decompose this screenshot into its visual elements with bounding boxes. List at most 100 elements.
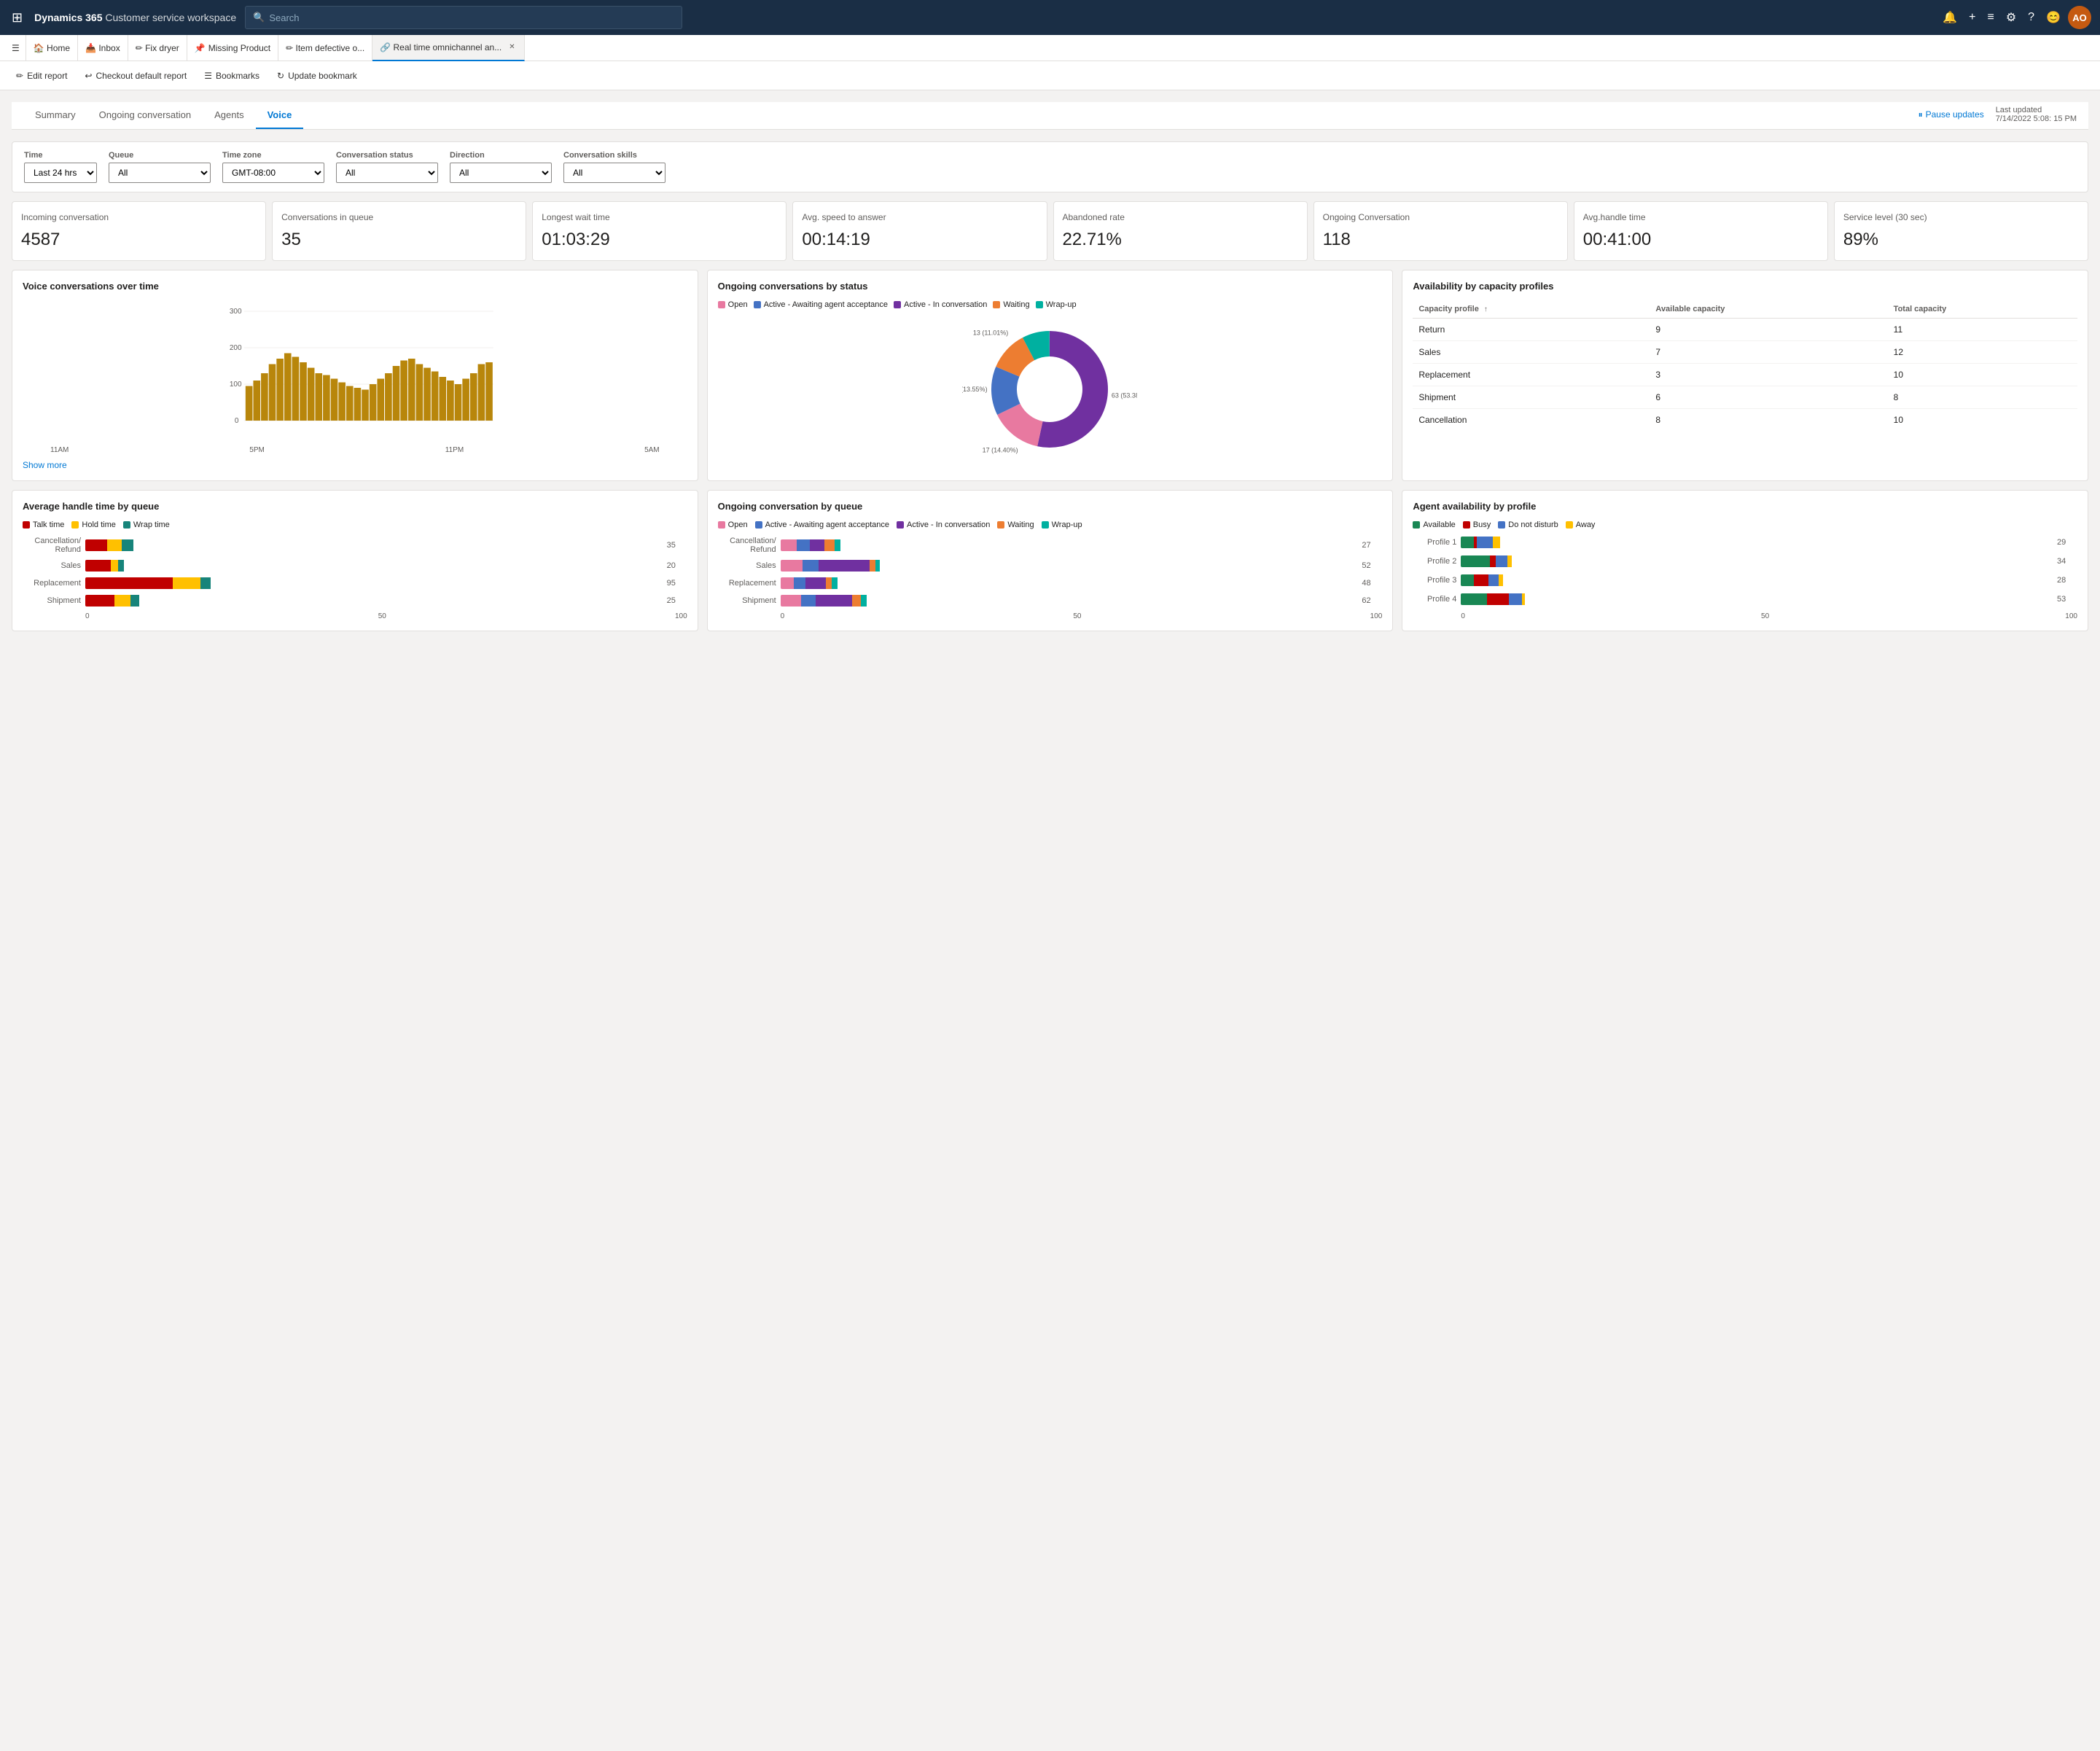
add-icon[interactable]: +: [1964, 7, 1980, 28]
bar-4: [276, 359, 284, 421]
axis-0: 0: [1461, 612, 1465, 620]
axis-100: 100: [675, 612, 687, 620]
table-row: Sales712: [1413, 340, 2077, 363]
voice-bar-chart: 300 200 100 0: [23, 300, 687, 446]
bar-seg-0: [781, 595, 801, 607]
ongoing-by-status-card: Ongoing conversations by status OpenActi…: [707, 270, 1394, 481]
cell-available: 6: [1650, 386, 1887, 408]
cell-profile: Return: [1413, 318, 1650, 340]
legend-label: Active - Awaiting agent acceptance: [764, 300, 888, 309]
axis-100: 100: [2065, 612, 2077, 620]
filter-direction: Direction All: [450, 151, 552, 183]
bar-seg-3: [826, 577, 832, 589]
help-icon[interactable]: ?: [2023, 7, 2039, 28]
kpi-card-5: Ongoing Conversation118: [1314, 201, 1568, 261]
cell-available: 7: [1650, 340, 1887, 363]
handle-time-bars: Cancellation/ Refund35Sales20Replacement…: [23, 537, 687, 607]
breadcrumb-home[interactable]: 🏠 Home: [26, 35, 78, 61]
breadcrumb-item-defective[interactable]: ✏ Item defective o...: [278, 35, 372, 61]
tab-agents[interactable]: Agents: [203, 102, 255, 129]
kpi-label: Longest wait time: [542, 212, 777, 224]
bar-value: 48: [1362, 579, 1382, 588]
donut-chart-area: 63 (53.38%)17 (14.40%)16 (13.55%)13 (11.…: [718, 316, 1383, 462]
avatar[interactable]: AO: [2068, 6, 2091, 29]
emoji-icon[interactable]: 😊: [2042, 6, 2065, 29]
breadcrumb-missing-product[interactable]: 📌 Missing Product: [187, 35, 278, 61]
tab-ongoing-conversation[interactable]: Ongoing conversation: [87, 102, 203, 129]
bar-seg-1: [1474, 574, 1488, 586]
bar-seg-0: [85, 577, 173, 589]
bar-value: 62: [1362, 596, 1382, 605]
sidebar-toggle[interactable]: ☰: [6, 35, 26, 61]
show-more-link[interactable]: Show more: [23, 460, 67, 470]
update-bookmark-button[interactable]: ↻ Update bookmark: [270, 66, 364, 86]
filter-queue-select[interactable]: All: [109, 163, 211, 183]
filter-direction-select[interactable]: All: [450, 163, 552, 183]
bar-30: [478, 364, 485, 421]
bar-label: Shipment: [23, 596, 81, 605]
bar-seg-3: [1499, 574, 1503, 586]
bar-label: Cancellation/ Refund: [718, 537, 776, 554]
bar-seg-1: [114, 595, 130, 607]
filter-conv-status-label: Conversation status: [336, 151, 438, 160]
breadcrumb-inbox[interactable]: 📥 Inbox: [78, 35, 128, 61]
checkout-default-button[interactable]: ↩ Checkout default report: [77, 66, 194, 86]
agent-avail-bars: Profile 129Profile 234Profile 328Profile…: [1413, 537, 2077, 605]
menu-icon[interactable]: ≡: [1983, 7, 1998, 28]
filter-timezone-label: Time zone: [222, 151, 324, 160]
bar-seg-1: [111, 560, 118, 572]
cell-available: 8: [1650, 408, 1887, 431]
legend-dot: [1566, 521, 1573, 529]
bar-track: [781, 539, 1358, 551]
search-box[interactable]: 🔍: [245, 6, 682, 29]
filter-conv-status-select[interactable]: All: [336, 163, 438, 183]
bar-13: [346, 386, 354, 421]
bookmarks-button[interactable]: ☰ Bookmarks: [197, 66, 267, 86]
handle-time-title: Average handle time by queue: [23, 501, 687, 512]
bar-12: [338, 382, 346, 421]
pause-updates-button[interactable]: ⏸ Pause updates: [1919, 109, 1984, 120]
col-available-capacity[interactable]: Available capacity: [1650, 300, 1887, 319]
search-input[interactable]: [269, 12, 674, 23]
col-capacity-profile[interactable]: Capacity profile ↑: [1413, 300, 1650, 319]
close-tab-icon[interactable]: ✕: [507, 42, 516, 52]
tab-summary[interactable]: Summary: [23, 102, 87, 129]
breadcrumb-fix-dryer[interactable]: ✏ Fix dryer: [128, 35, 187, 61]
bar-seg-2: [805, 577, 826, 589]
bar-18: [385, 373, 392, 421]
kpi-value: 89%: [1843, 230, 2079, 250]
bar-28: [462, 378, 469, 421]
bar-seg-2: [1477, 537, 1493, 548]
bar-value: 95: [667, 579, 687, 588]
settings-icon[interactable]: ⚙: [2002, 6, 2021, 29]
bar-label: Sales: [718, 561, 776, 570]
queue-legend-item-3: Waiting: [997, 520, 1034, 529]
bar-seg-3: [870, 560, 875, 572]
bar-seg-0: [85, 560, 111, 572]
legend-dot: [1413, 521, 1420, 529]
notification-icon[interactable]: 🔔: [1938, 6, 1962, 29]
breadcrumb-realtime[interactable]: 🔗 Real time omnichannel an... ✕: [372, 35, 524, 61]
donut-legend-item-3: Waiting: [993, 300, 1029, 309]
x-label-5am: 5AM: [644, 446, 660, 454]
bar-25: [439, 377, 446, 421]
kpi-label: Incoming conversation: [21, 212, 257, 224]
bar-23: [423, 367, 431, 421]
legend-label: Do not disturb: [1508, 520, 1558, 529]
agent-bar-row-2: Profile 328: [1413, 574, 2077, 586]
col-total-capacity[interactable]: Total capacity: [1888, 300, 2077, 319]
legend-dot: [1036, 301, 1043, 308]
filter-time-select[interactable]: Last 24 hrs: [24, 163, 97, 183]
queue-legend-item-1: Active - Awaiting agent acceptance: [755, 520, 889, 529]
edit-report-button[interactable]: ✏ Edit report: [9, 66, 74, 86]
filter-conv-skills-select[interactable]: All: [563, 163, 665, 183]
apps-button[interactable]: ⊞: [9, 7, 26, 28]
filter-timezone-select[interactable]: GMT-08:00: [222, 163, 324, 183]
bar-label: Replacement: [718, 579, 776, 588]
kpi-label: Conversations in queue: [281, 212, 517, 224]
filter-direction-label: Direction: [450, 151, 552, 160]
availability-table-wrap[interactable]: Capacity profile ↑ Available capacity To…: [1413, 300, 2077, 431]
legend-label: Waiting: [1007, 520, 1034, 529]
tab-voice[interactable]: Voice: [256, 102, 304, 129]
queue-bar-row-2: Replacement 48: [718, 577, 1383, 589]
